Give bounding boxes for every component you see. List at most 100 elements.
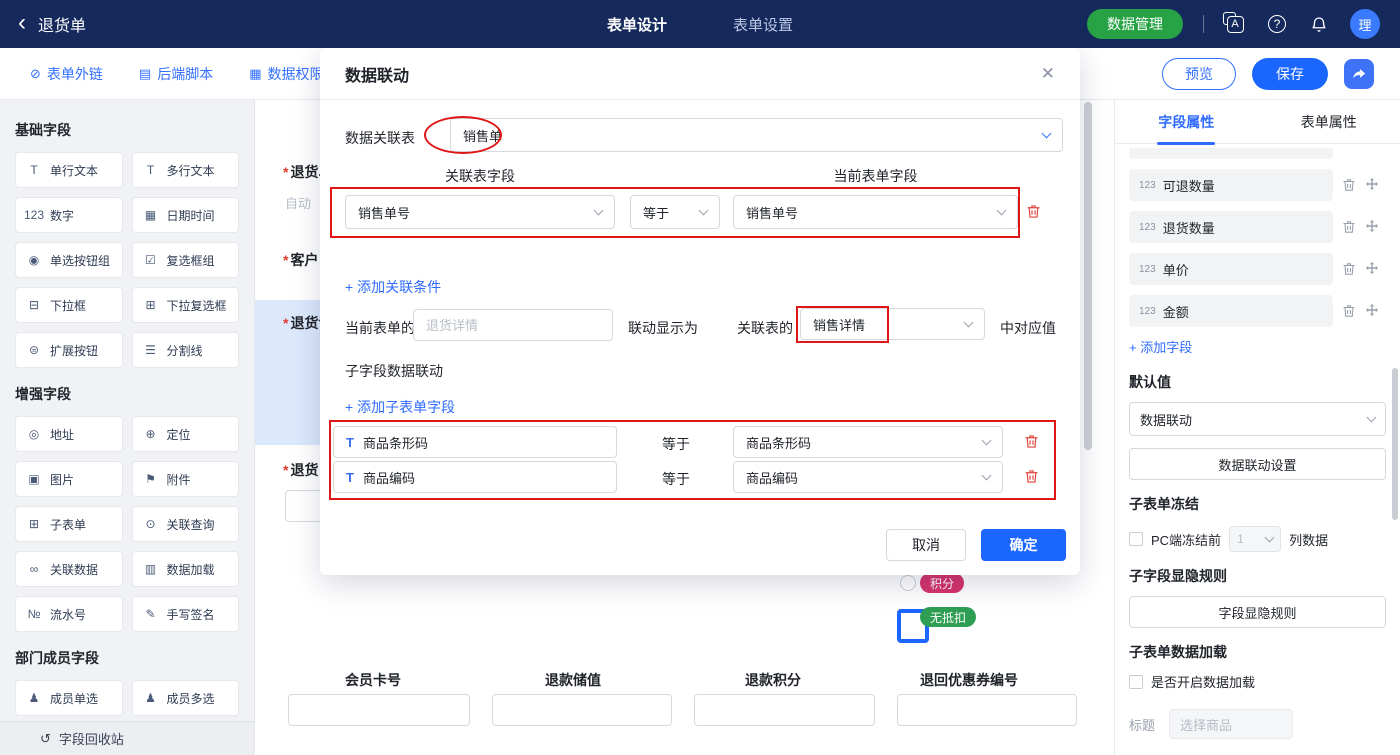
cancel-button[interactable]: 取消 bbox=[886, 529, 966, 561]
image-icon: ▣ bbox=[23, 472, 45, 486]
palette-item-divider[interactable]: ☰分割线 bbox=[132, 332, 240, 368]
add-condition-link[interactable]: + 添加关联条件 bbox=[345, 277, 441, 297]
subform-freeze-label: 子表单冻结 bbox=[1129, 494, 1386, 514]
field-item-returnable-qty[interactable]: 123可退数量 bbox=[1129, 169, 1333, 201]
palette-item-related-data[interactable]: ∞关联数据 bbox=[15, 551, 123, 587]
condition-field-select[interactable]: 销售单号 bbox=[345, 195, 615, 229]
palette-item-datetime[interactable]: ▦日期时间 bbox=[132, 197, 240, 233]
palette-item-related-query[interactable]: ⊙关联查询 bbox=[132, 506, 240, 542]
palette-item-data-load[interactable]: ▥数据加载 bbox=[132, 551, 240, 587]
palette-item-signature[interactable]: ✎手写签名 bbox=[132, 596, 240, 632]
tab-form-properties[interactable]: 表单属性 bbox=[1258, 100, 1400, 143]
member-card-input[interactable] bbox=[288, 694, 470, 726]
confirm-button[interactable]: 确定 bbox=[981, 529, 1066, 561]
avatar[interactable]: 理 bbox=[1350, 9, 1380, 39]
palette-item-dropdown[interactable]: ⊟下拉框 bbox=[15, 287, 123, 323]
page-scrollbar[interactable] bbox=[1392, 368, 1398, 520]
palette-item-attachment[interactable]: ⚑附件 bbox=[132, 461, 240, 497]
share-button[interactable] bbox=[1344, 59, 1374, 89]
radio-points[interactable] bbox=[900, 575, 916, 591]
data-manage-button[interactable]: 数据管理 bbox=[1087, 9, 1183, 39]
freeze-suffix-label: 列数据 bbox=[1289, 530, 1328, 549]
toolbar-item-external-link[interactable]: ⊘ 表单外链 bbox=[30, 64, 103, 84]
palette-item-single-line-text[interactable]: T单行文本 bbox=[15, 152, 123, 188]
field-item-amount[interactable]: 123金额 bbox=[1129, 295, 1333, 327]
palette-item-location[interactable]: ⊕定位 bbox=[132, 416, 240, 452]
toolbar-item-data-permission[interactable]: ▦ 数据权限 bbox=[249, 64, 323, 84]
field-item-return-qty[interactable]: 123退货数量 bbox=[1129, 211, 1333, 243]
section-title-enhanced-fields: 增强字段 bbox=[15, 384, 239, 404]
bell-icon[interactable] bbox=[1308, 13, 1330, 35]
refund-stored-input[interactable] bbox=[492, 694, 672, 726]
subfield-field-input-code[interactable]: T 商品编码 bbox=[333, 461, 617, 493]
subfield-target-select-code[interactable]: 商品编码 bbox=[733, 461, 1003, 493]
pc-freeze-checkbox[interactable] bbox=[1129, 532, 1143, 546]
delete-field-icon[interactable] bbox=[1342, 178, 1356, 192]
relation-table-select[interactable]: 销售单 bbox=[450, 118, 1063, 152]
relation-table-label: 数据关联表 bbox=[345, 128, 415, 148]
related-value-text: 销售详情 bbox=[813, 315, 865, 334]
field-palette-sidebar: 基础字段 T单行文本 T多行文本 123数字 ▦日期时间 ◉单选按钮组 ☑复选框… bbox=[0, 100, 255, 755]
palette-item-image[interactable]: ▣图片 bbox=[15, 461, 123, 497]
refund-points-input[interactable] bbox=[694, 694, 875, 726]
default-value-label: 默认值 bbox=[1129, 372, 1386, 392]
permission-icon: ▦ bbox=[249, 66, 261, 82]
related-value-select[interactable]: 销售详情 bbox=[800, 308, 985, 340]
palette-item-number[interactable]: 123数字 bbox=[15, 197, 123, 233]
condition-target-select[interactable]: 销售单号 bbox=[733, 195, 1018, 229]
data-linkage-settings-button[interactable]: 数据联动设置 bbox=[1129, 448, 1386, 480]
checkbox-icon: ☑ bbox=[140, 253, 162, 267]
palette-item-checkbox-group[interactable]: ☑ 复选框组 bbox=[132, 242, 240, 278]
enable-data-load-checkbox[interactable] bbox=[1129, 675, 1143, 689]
tab-field-properties[interactable]: 字段属性 bbox=[1115, 100, 1258, 143]
toolbar-item-backend-script[interactable]: ▤ 后端脚本 bbox=[139, 64, 213, 84]
language-icon[interactable]: A bbox=[1224, 13, 1246, 35]
palette-item-radio-group[interactable]: ◉单选按钮组 bbox=[15, 242, 123, 278]
tab-form-settings[interactable]: 表单设置 bbox=[733, 14, 793, 35]
help-icon[interactable]: ? bbox=[1266, 13, 1288, 35]
delete-subfield-icon[interactable] bbox=[1024, 469, 1039, 484]
delete-field-icon[interactable] bbox=[1342, 220, 1356, 234]
palette-item-address[interactable]: ◎地址 bbox=[15, 416, 123, 452]
palette-item-label: 复选框组 bbox=[167, 252, 215, 269]
field-visibility-rules-button[interactable]: 字段显隐规则 bbox=[1129, 596, 1386, 628]
field-label-customer: *客户 bbox=[283, 250, 318, 270]
move-field-icon[interactable] bbox=[1365, 178, 1379, 192]
delete-condition-icon[interactable] bbox=[1026, 204, 1041, 219]
condition-operator-select[interactable]: 等于 bbox=[630, 195, 720, 229]
coupon-no-input[interactable] bbox=[897, 694, 1077, 726]
subfield-visibility-label: 子字段显隐规则 bbox=[1129, 566, 1386, 586]
delete-field-icon[interactable] bbox=[1342, 304, 1356, 318]
number-icon: 123 bbox=[23, 208, 45, 222]
close-icon[interactable]: ✕ bbox=[1041, 64, 1055, 84]
tab-form-design[interactable]: 表单设计 bbox=[607, 14, 667, 35]
palette-item-serial-number[interactable]: №流水号 bbox=[15, 596, 123, 632]
delete-field-icon[interactable] bbox=[1342, 262, 1356, 276]
back-icon[interactable]: ‹ bbox=[18, 11, 26, 35]
palette-item-extend-button[interactable]: ⊜扩展按钮 bbox=[15, 332, 123, 368]
default-value-select[interactable]: 数据联动 bbox=[1129, 402, 1386, 436]
move-field-icon[interactable] bbox=[1365, 220, 1379, 234]
palette-item-multi-line-text[interactable]: T多行文本 bbox=[132, 152, 240, 188]
move-field-icon[interactable] bbox=[1365, 304, 1379, 318]
preview-button[interactable]: 预览 bbox=[1162, 58, 1236, 90]
display-field-input[interactable] bbox=[413, 309, 613, 341]
palette-item-subform[interactable]: ⊞子表单 bbox=[15, 506, 123, 542]
subfield-field-input-barcode[interactable]: T 商品条形码 bbox=[333, 426, 617, 458]
subfield-target-select-barcode[interactable]: 商品条形码 bbox=[733, 426, 1003, 458]
canvas-scrollbar[interactable] bbox=[1084, 102, 1092, 450]
field-label-coupon-no: 退回优惠券编号 bbox=[920, 670, 1018, 690]
save-button[interactable]: 保存 bbox=[1252, 58, 1328, 90]
add-subfield-link[interactable]: + 添加子表单字段 bbox=[345, 397, 455, 417]
move-field-icon[interactable] bbox=[1365, 262, 1379, 276]
palette-item-member-single[interactable]: ♟成员单选 bbox=[15, 680, 123, 716]
palette-item-dropdown-multi[interactable]: ⊞下拉复选框 bbox=[132, 287, 240, 323]
subfield-operator-label: 等于 bbox=[662, 434, 690, 454]
field-label-refund-stored: 退款储值 bbox=[545, 670, 601, 690]
palette-item-member-multi[interactable]: ♟成员多选 bbox=[132, 680, 240, 716]
field-recycle-bin[interactable]: ↺ 字段回收站 bbox=[0, 721, 254, 755]
add-field-link[interactable]: + 添加字段 bbox=[1129, 337, 1386, 356]
field-item-unit-price[interactable]: 123单价 bbox=[1129, 253, 1333, 285]
page-title: 退货单 bbox=[38, 12, 86, 36]
delete-subfield-icon[interactable] bbox=[1024, 434, 1039, 449]
